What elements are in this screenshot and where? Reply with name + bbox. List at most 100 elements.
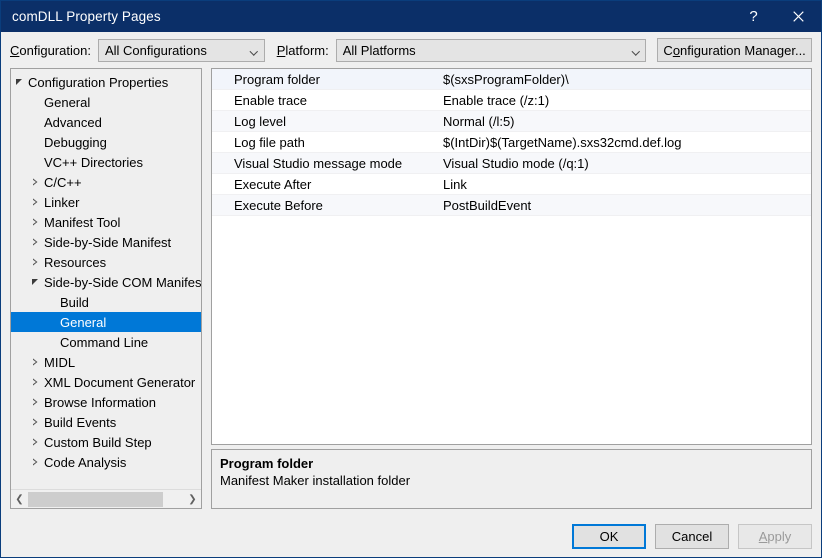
tree-item[interactable]: Code Analysis: [11, 452, 201, 472]
tree-item-label: Build Events: [44, 414, 117, 430]
property-tree[interactable]: Configuration Properties General Advanced D…: [11, 69, 201, 489]
tree-item-label: General: [60, 314, 107, 330]
tree-item-label: Command Line: [60, 334, 149, 350]
property-value[interactable]: Visual Studio mode (/q:1): [440, 156, 811, 171]
configuration-manager-label: Configuration Manager...: [663, 42, 806, 58]
tree-item-label: Side-by-Side Manifest: [44, 234, 172, 250]
property-row[interactable]: Visual Studio message mode Visual Studio …: [212, 153, 811, 174]
tree-item[interactable]: Configuration Properties: [11, 72, 201, 92]
property-value[interactable]: Enable trace (/z:1): [440, 93, 811, 108]
tree-item[interactable]: VC++ Directories: [11, 152, 201, 172]
triangle-right-icon[interactable]: [27, 358, 43, 366]
title-bar: comDLL Property Pages ?: [1, 1, 821, 32]
property-row[interactable]: Execute After Link: [212, 174, 811, 195]
configuration-label: Configuration:: [10, 42, 91, 58]
property-grid[interactable]: Program folder $(sxsProgramFolder)\ Enable…: [211, 68, 812, 445]
ok-button[interactable]: OK: [572, 524, 646, 549]
tree-item-label: Browse Information: [44, 394, 156, 410]
tree-item[interactable]: Manifest Tool: [11, 212, 201, 232]
chevron-down-icon: [628, 48, 645, 53]
tree-item-label: Linker: [44, 194, 80, 210]
tree-item[interactable]: Resources: [11, 252, 201, 272]
tree-horizontal-scrollbar[interactable]: ❮ ❯: [11, 489, 201, 508]
tree-item[interactable]: Linker: [11, 192, 201, 212]
property-name: Execute After: [234, 176, 312, 192]
property-value[interactable]: PostBuildEvent: [440, 198, 811, 213]
triangle-right-icon[interactable]: [27, 378, 43, 386]
description-text: Manifest Maker installation folder: [220, 473, 411, 488]
tree-item[interactable]: General: [11, 312, 201, 332]
tree-item[interactable]: Build Events: [11, 412, 201, 432]
dialog-body: Configuration Properties General Advanced D…: [1, 68, 821, 516]
chevron-left-icon[interactable]: ❮: [11, 491, 28, 508]
question-mark-icon: ?: [749, 8, 758, 25]
help-button[interactable]: ?: [731, 1, 776, 32]
tree-item-label: MIDL: [44, 354, 76, 370]
tree-item-label: VC++ Directories: [44, 154, 143, 170]
dialog-footer: OK Cancel Apply: [1, 516, 821, 557]
property-row[interactable]: Log file path $(IntDir)$(TargetName).sxs3…: [212, 132, 811, 153]
tree-item[interactable]: Command Line: [11, 332, 201, 352]
configuration-dropdown[interactable]: All Configurations: [97, 38, 265, 62]
tree-item[interactable]: Side-by-Side COM Manifest: [11, 272, 201, 292]
tree-item[interactable]: General: [11, 92, 201, 112]
configuration-manager-button[interactable]: Configuration Manager...: [657, 38, 812, 62]
triangle-right-icon[interactable]: [27, 398, 43, 406]
configuration-bar: Configuration: All Configurations Platfo…: [1, 32, 821, 68]
property-name: Execute Before: [234, 197, 323, 213]
property-name: Enable trace: [234, 92, 307, 108]
tree-item[interactable]: Advanced: [11, 112, 201, 132]
tree-item[interactable]: Side-by-Side Manifest: [11, 232, 201, 252]
triangle-right-icon[interactable]: [27, 178, 43, 186]
cancel-label: Cancel: [671, 529, 713, 544]
property-value[interactable]: $(sxsProgramFolder)\: [440, 72, 811, 87]
triangle-right-icon[interactable]: [27, 458, 43, 466]
close-icon: [793, 11, 804, 22]
triangle-right-icon[interactable]: [27, 438, 43, 446]
scrollbar-track[interactable]: [28, 491, 184, 508]
tree-item-label: Custom Build Step: [44, 434, 152, 450]
tree-item-label: Advanced: [44, 114, 102, 130]
property-row[interactable]: Execute Before PostBuildEvent: [212, 195, 811, 216]
property-name: Program folder: [234, 71, 320, 87]
tree-item[interactable]: Browse Information: [11, 392, 201, 412]
triangle-down-icon[interactable]: [11, 79, 27, 85]
triangle-down-icon[interactable]: [27, 279, 43, 285]
property-row[interactable]: Log level Normal (/l:5): [212, 111, 811, 132]
window-title: comDLL Property Pages: [12, 9, 161, 24]
triangle-right-icon[interactable]: [27, 258, 43, 266]
property-row[interactable]: Enable trace Enable trace (/z:1): [212, 90, 811, 111]
tree-item[interactable]: XML Document Generator: [11, 372, 201, 392]
triangle-right-icon[interactable]: [27, 418, 43, 426]
platform-label: Platform:: [276, 42, 329, 58]
chevron-right-icon[interactable]: ❯: [184, 491, 201, 508]
platform-dropdown[interactable]: All Platforms: [335, 38, 647, 62]
triangle-right-icon[interactable]: [27, 218, 43, 226]
property-name: Log file path: [234, 134, 305, 150]
tree-item[interactable]: Custom Build Step: [11, 432, 201, 452]
property-name: Visual Studio message mode: [234, 155, 403, 171]
property-row[interactable]: Program folder $(sxsProgramFolder)\: [212, 69, 811, 90]
right-pane: Program folder $(sxsProgramFolder)\ Enable…: [211, 68, 812, 509]
chevron-down-icon: [247, 48, 264, 53]
property-value[interactable]: Link: [440, 177, 811, 192]
tree-item[interactable]: C/C++: [11, 172, 201, 192]
property-value[interactable]: $(IntDir)$(TargetName).sxs32cmd.def.log: [440, 135, 811, 150]
property-value[interactable]: Normal (/l:5): [440, 114, 811, 129]
tree-item-label: XML Document Generator: [44, 374, 196, 390]
property-tree-panel: Configuration Properties General Advanced D…: [10, 68, 202, 509]
apply-button[interactable]: Apply: [738, 524, 812, 549]
tree-item-label: Code Analysis: [44, 454, 127, 470]
ok-label: OK: [599, 529, 619, 544]
tree-item-label: Manifest Tool: [44, 214, 121, 230]
tree-item-label: Debugging: [44, 134, 107, 150]
triangle-right-icon[interactable]: [27, 198, 43, 206]
cancel-button[interactable]: Cancel: [655, 524, 729, 549]
scrollbar-thumb[interactable]: [28, 491, 163, 507]
close-button[interactable]: [776, 1, 821, 32]
tree-item-label: C/C++: [44, 174, 82, 190]
tree-item[interactable]: Build: [11, 292, 201, 312]
tree-item[interactable]: MIDL: [11, 352, 201, 372]
triangle-right-icon[interactable]: [27, 238, 43, 246]
tree-item[interactable]: Debugging: [11, 132, 201, 152]
